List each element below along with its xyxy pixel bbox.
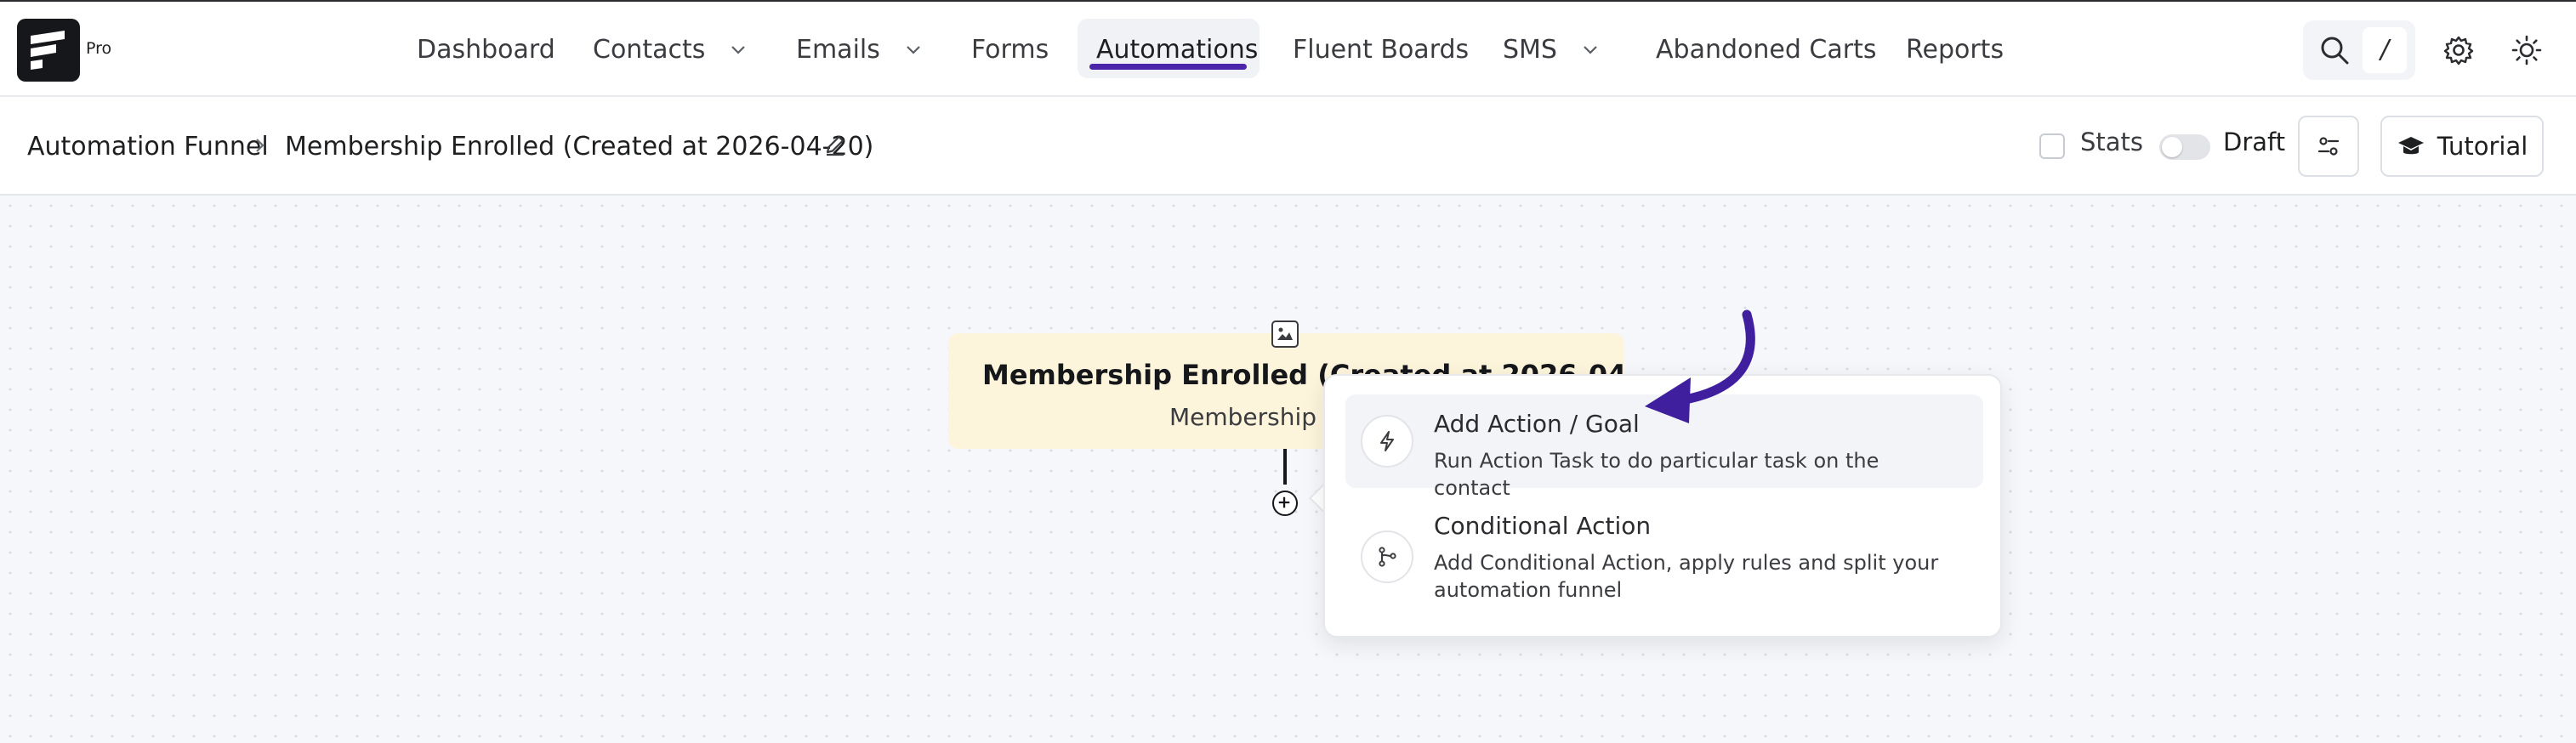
tutorial-label: Tutorial — [2437, 132, 2528, 161]
nav-forms-label: Forms — [971, 34, 1049, 65]
stats-label: Stats — [2080, 128, 2144, 156]
nav-contacts-label: Contacts — [593, 34, 706, 65]
menu-item-conditional-action[interactable]: Conditional Action Add Conditional Actio… — [1345, 498, 1983, 617]
lightning-icon — [1361, 415, 1413, 468]
trigger-image-icon — [1271, 320, 1299, 348]
draft-toggle-knob — [2162, 137, 2182, 157]
chevron-right-icon — [256, 139, 264, 152]
nav-active-underline — [1089, 64, 1247, 70]
nav-forms[interactable]: Forms — [971, 2, 1049, 97]
fluentcrm-logo[interactable] — [17, 19, 80, 82]
breadcrumb-root[interactable]: Automation Funnel — [27, 97, 269, 196]
nav-reports-label: Reports — [1906, 34, 2005, 65]
add-step-button[interactable] — [1272, 491, 1298, 516]
nav-automations-label: Automations — [1096, 34, 1259, 65]
annotation-arrow-icon — [1645, 309, 1755, 423]
settings-sliders-button[interactable] — [2298, 116, 2359, 177]
stats-checkbox[interactable] — [2039, 133, 2065, 159]
nav-abandoned-carts-label: Abandoned Carts — [1656, 34, 1877, 65]
menu-item-title: Conditional Action — [1434, 512, 1652, 540]
nav-abandoned-carts[interactable]: Abandoned Carts — [1656, 2, 1876, 97]
menu-item-description: Add Conditional Action, apply rules and … — [1434, 551, 1939, 602]
menu-item-description: Run Action Task to do particular task on… — [1434, 449, 1879, 500]
nav-dashboard[interactable]: Dashboard — [417, 2, 555, 97]
automation-canvas[interactable] — [0, 196, 2576, 743]
nav-emails-label: Emails — [796, 34, 880, 65]
breadcrumb-current: Membership Enrolled (Created at 2026-04-… — [285, 97, 873, 196]
edit-pencil-icon[interactable] — [823, 133, 847, 156]
graduation-cap-icon — [2397, 137, 2424, 155]
draft-label: Draft — [2223, 128, 2286, 156]
connector-line — [1283, 449, 1287, 485]
sun-icon[interactable] — [2511, 34, 2543, 66]
chevron-down-icon — [731, 46, 746, 54]
gear-icon[interactable] — [2442, 34, 2475, 66]
nav-contacts[interactable]: Contacts — [593, 2, 748, 97]
branch-icon — [1361, 530, 1413, 583]
pro-badge: Pro — [86, 39, 112, 58]
nav-reports[interactable]: Reports — [1906, 2, 2004, 97]
plus-icon — [1278, 496, 1290, 508]
search-shortcut-key: / — [2363, 27, 2407, 73]
logo-mark-icon — [31, 31, 65, 70]
nav-sms-label: SMS — [1503, 34, 1557, 65]
tutorial-button[interactable]: Tutorial — [2380, 116, 2544, 177]
nav-fluent-boards[interactable]: Fluent Boards — [1293, 2, 1469, 97]
sliders-icon — [2317, 137, 2340, 156]
chevron-down-icon — [907, 46, 920, 54]
nav-sms[interactable]: SMS — [1503, 2, 1600, 97]
top-navigation: Pro Dashboard Contacts Emails Forms Auto… — [0, 2, 2576, 97]
menu-item-title: Add Action / Goal — [1434, 410, 1640, 438]
breadcrumb-root-label: Automation Funnel — [27, 131, 269, 162]
nav-dashboard-label: Dashboard — [417, 34, 555, 65]
search-icon[interactable] — [2318, 34, 2351, 66]
nav-automations[interactable]: Automations — [1096, 2, 1258, 97]
nav-emails[interactable]: Emails — [796, 2, 923, 97]
breadcrumb-current-label: Membership Enrolled (Created at 2026-04-… — [285, 131, 874, 162]
chevron-down-icon — [1584, 46, 1597, 54]
nav-fluent-boards-label: Fluent Boards — [1293, 34, 1470, 65]
